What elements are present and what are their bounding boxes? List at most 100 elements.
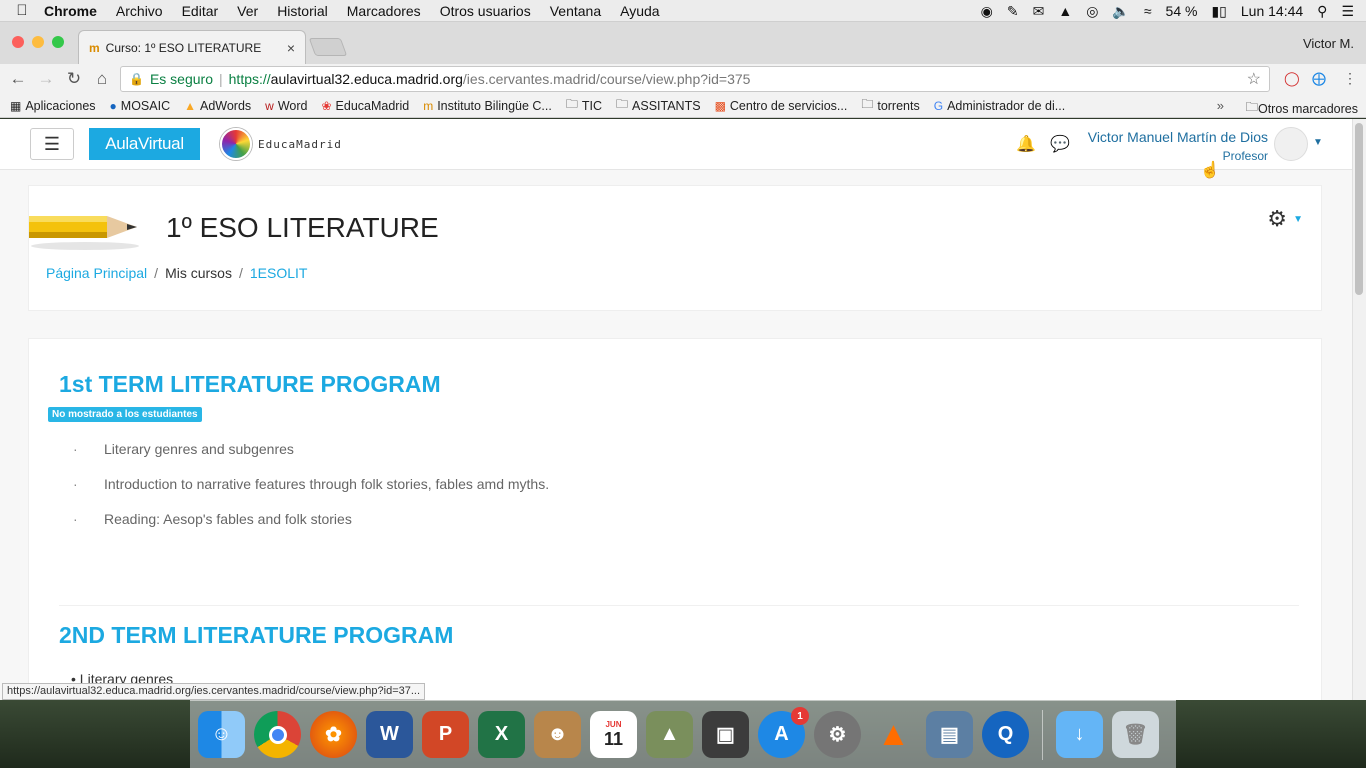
bookmark-administrador[interactable]: G Administrador de di... [934,99,1065,113]
screen-record-icon[interactable]: ◉ [981,3,993,20]
bookmarks-bar: ▦ Aplicaciones ● MOSAIC ▲ AdWords w Word ❀ Ed… [0,94,1366,118]
bookmark-star-icon[interactable]: ☆ [1247,69,1261,89]
avatar[interactable] [1274,127,1308,161]
wifi-icon[interactable]: ≈ [1144,3,1152,19]
user-icon[interactable]: ▲ [1058,3,1072,19]
imovie-icon[interactable]: ▣ [702,711,749,758]
minimize-window-icon[interactable] [32,36,44,48]
bookmark-educamadrid[interactable]: ❀ EducaMadrid [321,99,409,113]
messages-chat-icon[interactable]: 💬 [1050,134,1070,154]
chrome-menu-icon[interactable]: ⋮ [1343,70,1357,87]
breadcrumb-my-courses: Mis cursos [165,265,232,281]
spotlight-icon[interactable]: ⚲ [1317,3,1327,20]
extension-plus-icon[interactable]: ⨁ [1312,70,1326,87]
finder-icon[interactable]: ☺ [198,711,245,758]
trash-icon[interactable]: 🗑 [1112,711,1159,758]
user-menu-caret-icon[interactable]: ▼ [1313,137,1323,148]
menu-ayuda[interactable]: Ayuda [620,3,659,19]
forward-arrow-icon[interactable]: → [32,69,60,89]
volume-icon[interactable]: 🔈 [1112,3,1129,20]
active-tab[interactable]: m Curso: 1º ESO LITERATURE × [78,30,306,64]
firefox-icon[interactable]: ✿ [310,711,357,758]
vlc-icon[interactable]: ▲ [870,711,917,758]
battery-icon[interactable]: ▮▯ [1211,3,1226,20]
settings-caret-icon[interactable]: ▼ [1293,214,1303,225]
breadcrumb-course-link[interactable]: 1ESOLIT [250,265,308,281]
system-preferences-icon[interactable]: ⚙ [814,711,861,758]
preview-icon[interactable]: ▤ [926,711,973,758]
menu-editar[interactable]: Editar [182,3,219,19]
downloads-folder-icon[interactable]: ↓ [1056,711,1103,758]
menu-marcadores[interactable]: Marcadores [347,3,421,19]
section-title-term1[interactable]: 1st TERM LITERATURE PROGRAM [59,371,441,398]
contacts-icon[interactable]: ☻ [534,711,581,758]
hidden-from-students-badge: No mostrado a los estudiantes [48,407,202,422]
powerpoint-icon[interactable]: P [422,711,469,758]
url-host: aulavirtual32.educa.madrid.org [270,71,463,87]
breadcrumb: Página Principal / Mis cursos / 1ESOLIT [46,265,307,281]
word-icon[interactable]: W [366,711,413,758]
bookmark-centro-servicios[interactable]: ▩ Centro de servicios... [715,99,848,113]
apps-grid-icon: ▦ [10,98,22,113]
new-tab-button[interactable] [308,38,348,56]
chrome-icon[interactable] [254,711,301,758]
educamadrid-logo[interactable]: EducaMadrid [220,128,342,160]
excel-icon[interactable]: X [478,711,525,758]
mail-icon[interactable]: ✉ [1033,3,1045,20]
aulavirtual-brand-link[interactable]: AulaVirtual [89,128,200,160]
record-icon[interactable]: ◎ [1086,3,1098,20]
calendar-icon[interactable]: JUN 11 [590,711,637,758]
home-icon[interactable]: ⌂ [88,69,116,89]
battery-label[interactable]: 54 % [1166,3,1198,19]
appstore-badge: 1 [791,707,809,725]
apple-menu-icon[interactable]:  [0,2,44,19]
bookmark-aplicaciones[interactable]: ▦ Aplicaciones [10,99,96,113]
menu-archivo[interactable]: Archivo [116,3,163,19]
section-title-term2[interactable]: 2ND TERM LITERATURE PROGRAM [59,622,453,649]
menu-chrome[interactable]: Chrome [44,3,97,19]
profile-name[interactable]: Victor M. [1303,36,1354,51]
menu-ver[interactable]: Ver [237,3,258,19]
close-window-icon[interactable] [12,36,24,48]
moodle-navbar: ☰ AulaVirtual EducaMadrid 🔔 💬 Victor Man… [0,119,1352,170]
page-viewport: ☰ AulaVirtual EducaMadrid 🔔 💬 Victor Man… [0,119,1366,700]
menu-ventana[interactable]: Ventana [550,3,601,19]
list-item: · Reading: Aesop's fables and folk storie… [73,511,352,527]
scrollbar-thumb[interactable] [1355,123,1363,295]
maximize-window-icon[interactable] [52,36,64,48]
macos-menubar:  Chrome Archivo Editar Ver Historial Ma… [0,0,1366,22]
mosaic-icon: ● [109,98,117,113]
bookmarks-overflow-button[interactable]: » [1217,98,1224,113]
back-arrow-icon[interactable]: ← [4,69,32,89]
bookmark-mosaic[interactable]: ● MOSAIC [110,99,171,113]
bookmark-adwords[interactable]: ▲ AdWords [184,99,251,113]
clock[interactable]: Lun 14:44 [1241,3,1303,19]
notification-center-icon[interactable]: ☰ [1341,3,1354,20]
bookmark-otros-marcadores[interactable]: 🗀 Otros marcadores [1245,98,1358,119]
extension-adblock-icon[interactable]: ◯ [1284,70,1300,87]
educamadrid-logo-icon [220,128,252,160]
bookmark-instituto[interactable]: m Instituto Bilingüe C... [423,99,552,113]
list-item: · Literary genres and subgenres [73,441,294,457]
appstore-icon[interactable]: A1 [758,707,809,758]
address-bar[interactable]: 🔒 Es seguro | https:// aulavirtual32.edu… [120,66,1270,92]
wordreference-icon: w [265,98,274,113]
breadcrumb-home-link[interactable]: Página Principal [46,265,147,281]
quicktime-icon[interactable]: Q [982,711,1029,758]
folder-icon: 🗀 [565,97,578,111]
notifications-bell-icon[interactable]: 🔔 [1016,134,1036,154]
reload-icon[interactable]: ↻ [60,69,88,89]
page-scrollbar[interactable] [1352,119,1366,700]
bookmark-folder-torrents[interactable]: 🗀 torrents [861,95,919,116]
photos-icon[interactable]: ▲ [646,711,693,758]
menu-historial[interactable]: Historial [277,3,328,19]
close-tab-icon[interactable]: × [287,40,295,56]
pen-icon[interactable]: ✎ [1007,3,1019,20]
drawer-toggle-button[interactable]: ☰ [30,128,74,160]
bookmark-word[interactable]: w Word [265,99,307,113]
menu-otros-usuarios[interactable]: Otros usuarios [440,3,531,19]
course-settings-gear-icon[interactable]: ⚙ [1267,206,1287,232]
user-menu[interactable]: Victor Manuel Martín de Dios Profesor [1088,129,1268,163]
bookmark-folder-assitants[interactable]: 🗀 ASSITANTS [616,95,701,116]
bookmark-folder-tic[interactable]: 🗀 TIC [566,95,602,116]
